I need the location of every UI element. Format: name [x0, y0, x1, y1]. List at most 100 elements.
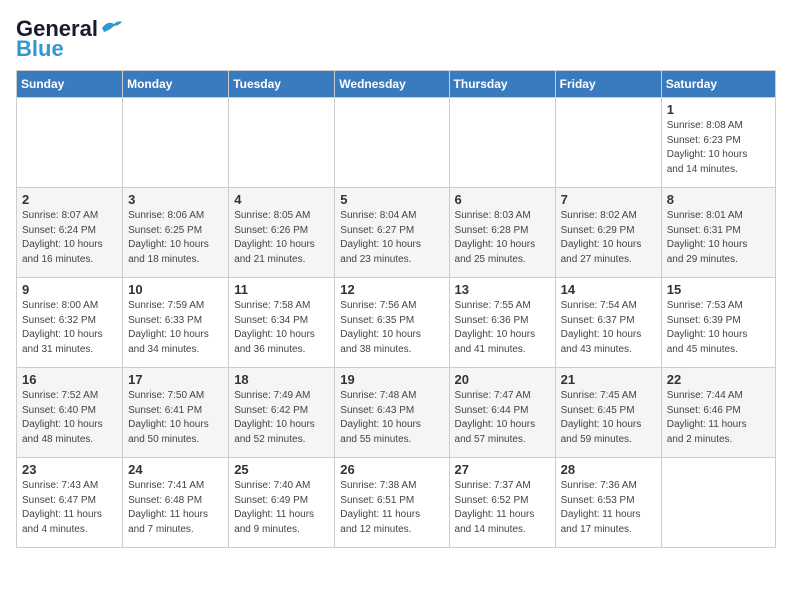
day-info: Sunrise: 7:45 AM Sunset: 6:45 PM Dayligh… [561, 389, 656, 447]
day-cell: 6Sunrise: 8:03 AM Sunset: 6:28 PM Daylig… [449, 188, 555, 278]
day-cell: 1 Sunrise: 8:08 AM Sunset: 6:23 PM Daylig… [661, 98, 775, 188]
day-number: 24 [128, 462, 223, 477]
day-cell: 23 Sunrise: 7:43 AM Sunset: 6:47 PM Dayli… [17, 458, 123, 548]
day-number: 15 [667, 282, 770, 297]
day-number: 27 [455, 462, 550, 477]
day-number: 17 [128, 372, 223, 387]
day-cell [555, 98, 661, 188]
day-info: Sunrise: 8:04 AM Sunset: 6:27 PM Dayligh… [340, 209, 443, 267]
day-cell: 4 Sunrise: 8:05 AM Sunset: 6:26 PM Daylig… [229, 188, 335, 278]
day-cell: 2 Sunrise: 8:07 AM Sunset: 6:24 PM Daylig… [17, 188, 123, 278]
day-cell: 10 Sunrise: 7:59 AM Sunset: 6:33 PM Dayli… [123, 278, 229, 368]
day-cell [449, 98, 555, 188]
day-number: 4 [234, 192, 329, 207]
day-cell: 9 Sunrise: 8:00 AM Sunset: 6:32 PM Daylig… [17, 278, 123, 368]
day-cell: 18 Sunrise: 7:49 AM Sunset: 6:42 PM Dayli… [229, 368, 335, 458]
day-cell [335, 98, 449, 188]
day-number: 3 [128, 192, 223, 207]
day-number: 23 [22, 462, 117, 477]
day-number: 5 [340, 192, 443, 207]
col-header-tuesday: Tuesday [229, 71, 335, 98]
col-header-wednesday: Wednesday [335, 71, 449, 98]
week-row-2: 2 Sunrise: 8:07 AM Sunset: 6:24 PM Daylig… [17, 188, 776, 278]
col-header-thursday: Thursday [449, 71, 555, 98]
day-info: Sunrise: 7:53 AM Sunset: 6:39 PM Dayligh… [667, 299, 770, 357]
day-cell: 26 Sunrise: 7:38 AM Sunset: 6:51 PM Dayli… [335, 458, 449, 548]
day-cell: 24 Sunrise: 7:41 AM Sunset: 6:48 PM Dayli… [123, 458, 229, 548]
logo-blue-text: Blue [16, 36, 64, 62]
day-number: 19 [340, 372, 443, 387]
day-number: 12 [340, 282, 443, 297]
day-info: Sunrise: 7:54 AM Sunset: 6:37 PM Dayligh… [561, 299, 656, 357]
day-info: Sunrise: 7:48 AM Sunset: 6:43 PM Dayligh… [340, 389, 443, 447]
day-info: Sunrise: 7:52 AM Sunset: 6:40 PM Dayligh… [22, 389, 117, 447]
logo-bird-icon [100, 18, 122, 36]
day-cell: 7Sunrise: 8:02 AM Sunset: 6:29 PM Daylig… [555, 188, 661, 278]
logo: General Blue [16, 16, 122, 62]
day-number: 14 [561, 282, 656, 297]
day-info: Sunrise: 7:47 AM Sunset: 6:44 PM Dayligh… [455, 389, 550, 447]
day-info: Sunrise: 7:38 AM Sunset: 6:51 PM Dayligh… [340, 479, 443, 537]
calendar-table: SundayMondayTuesdayWednesdayThursdayFrid… [16, 70, 776, 548]
col-header-saturday: Saturday [661, 71, 775, 98]
day-cell: 12 Sunrise: 7:56 AM Sunset: 6:35 PM Dayli… [335, 278, 449, 368]
day-number: 8 [667, 192, 770, 207]
day-info: Sunrise: 8:07 AM Sunset: 6:24 PM Dayligh… [22, 209, 117, 267]
page-header: General Blue [16, 16, 776, 62]
day-number: 1 [667, 102, 770, 117]
day-info: Sunrise: 8:08 AM Sunset: 6:23 PM Dayligh… [667, 119, 770, 177]
day-cell: 11 Sunrise: 7:58 AM Sunset: 6:34 PM Dayli… [229, 278, 335, 368]
day-cell: 22 Sunrise: 7:44 AM Sunset: 6:46 PM Dayli… [661, 368, 775, 458]
day-cell: 19 Sunrise: 7:48 AM Sunset: 6:43 PM Dayli… [335, 368, 449, 458]
header-row: SundayMondayTuesdayWednesdayThursdayFrid… [17, 71, 776, 98]
day-cell: 21 Sunrise: 7:45 AM Sunset: 6:45 PM Dayli… [555, 368, 661, 458]
day-cell [123, 98, 229, 188]
day-info: Sunrise: 7:44 AM Sunset: 6:46 PM Dayligh… [667, 389, 770, 447]
day-number: 21 [561, 372, 656, 387]
day-number: 2 [22, 192, 117, 207]
day-cell: 14 Sunrise: 7:54 AM Sunset: 6:37 PM Dayli… [555, 278, 661, 368]
col-header-sunday: Sunday [17, 71, 123, 98]
day-info: Sunrise: 7:55 AM Sunset: 6:36 PM Dayligh… [455, 299, 550, 357]
day-info: Sunrise: 7:59 AM Sunset: 6:33 PM Dayligh… [128, 299, 223, 357]
day-info: Sunrise: 7:43 AM Sunset: 6:47 PM Dayligh… [22, 479, 117, 537]
col-header-monday: Monday [123, 71, 229, 98]
day-info: Sunrise: 7:40 AM Sunset: 6:49 PM Dayligh… [234, 479, 329, 537]
day-info: Sunrise: 7:58 AM Sunset: 6:34 PM Dayligh… [234, 299, 329, 357]
day-info: Sunrise: 8:01 AM Sunset: 6:31 PM Dayligh… [667, 209, 770, 267]
day-info: Sunrise: 7:49 AM Sunset: 6:42 PM Dayligh… [234, 389, 329, 447]
day-cell: 20 Sunrise: 7:47 AM Sunset: 6:44 PM Dayli… [449, 368, 555, 458]
day-info: Sunrise: 8:02 AM Sunset: 6:29 PM Dayligh… [561, 209, 656, 267]
day-cell: 27 Sunrise: 7:37 AM Sunset: 6:52 PM Dayli… [449, 458, 555, 548]
day-cell: 5 Sunrise: 8:04 AM Sunset: 6:27 PM Daylig… [335, 188, 449, 278]
day-info: Sunrise: 7:36 AM Sunset: 6:53 PM Dayligh… [561, 479, 656, 537]
day-info: Sunrise: 7:37 AM Sunset: 6:52 PM Dayligh… [455, 479, 550, 537]
week-row-1: 1 Sunrise: 8:08 AM Sunset: 6:23 PM Daylig… [17, 98, 776, 188]
day-number: 26 [340, 462, 443, 477]
day-info: Sunrise: 7:41 AM Sunset: 6:48 PM Dayligh… [128, 479, 223, 537]
day-info: Sunrise: 8:00 AM Sunset: 6:32 PM Dayligh… [22, 299, 117, 357]
day-cell: 25 Sunrise: 7:40 AM Sunset: 6:49 PM Dayli… [229, 458, 335, 548]
day-number: 22 [667, 372, 770, 387]
day-cell: 3 Sunrise: 8:06 AM Sunset: 6:25 PM Daylig… [123, 188, 229, 278]
day-number: 18 [234, 372, 329, 387]
day-cell [17, 98, 123, 188]
day-number: 6 [455, 192, 550, 207]
day-number: 25 [234, 462, 329, 477]
day-info: Sunrise: 8:05 AM Sunset: 6:26 PM Dayligh… [234, 209, 329, 267]
day-info: Sunrise: 8:06 AM Sunset: 6:25 PM Dayligh… [128, 209, 223, 267]
day-number: 10 [128, 282, 223, 297]
day-number: 9 [22, 282, 117, 297]
day-cell [229, 98, 335, 188]
day-number: 20 [455, 372, 550, 387]
day-cell: 28Sunrise: 7:36 AM Sunset: 6:53 PM Dayli… [555, 458, 661, 548]
week-row-4: 16 Sunrise: 7:52 AM Sunset: 6:40 PM Dayli… [17, 368, 776, 458]
day-info: Sunrise: 7:56 AM Sunset: 6:35 PM Dayligh… [340, 299, 443, 357]
day-cell: 8 Sunrise: 8:01 AM Sunset: 6:31 PM Daylig… [661, 188, 775, 278]
day-cell: 13Sunrise: 7:55 AM Sunset: 6:36 PM Dayli… [449, 278, 555, 368]
col-header-friday: Friday [555, 71, 661, 98]
week-row-3: 9 Sunrise: 8:00 AM Sunset: 6:32 PM Daylig… [17, 278, 776, 368]
day-number: 11 [234, 282, 329, 297]
day-number: 16 [22, 372, 117, 387]
day-cell: 16 Sunrise: 7:52 AM Sunset: 6:40 PM Dayli… [17, 368, 123, 458]
